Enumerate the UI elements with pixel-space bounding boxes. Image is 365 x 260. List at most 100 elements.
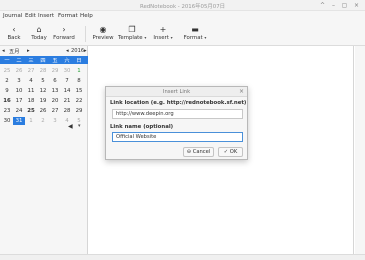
ok-button[interactable]: ✓ OK — [218, 147, 243, 157]
calendar-day[interactable]: 29 — [73, 108, 85, 114]
menu-insert[interactable]: Insert — [38, 13, 54, 19]
arrow-left-icon: ‹ — [12, 25, 16, 34]
calendar-day[interactable]: 27 — [25, 68, 37, 74]
calendar-day[interactable]: 23 — [1, 108, 13, 114]
calendar-day[interactable]: 17 — [13, 98, 25, 104]
calendar-day[interactable]: 3 — [13, 78, 25, 84]
calendar-day[interactable]: 5 — [37, 78, 49, 84]
next-month-icon[interactable]: ▸ — [27, 48, 30, 54]
back-button[interactable]: ‹ Back — [5, 24, 23, 44]
calendar-day[interactable]: 6 — [49, 78, 61, 84]
format-button[interactable]: ▬ Format ▾ — [183, 24, 207, 44]
right-panel — [355, 46, 365, 254]
calendar-day[interactable]: 9 — [1, 88, 13, 94]
calendar-day[interactable]: 11 — [25, 88, 37, 94]
minimize-icon[interactable]: – — [329, 1, 338, 10]
calendar-day[interactable]: 20 — [49, 98, 61, 104]
calendar-day[interactable]: 15 — [73, 88, 85, 94]
calendar-year: 2016 — [71, 48, 85, 54]
calendar-day[interactable]: 12 — [37, 88, 49, 94]
weekday-label: 六 — [64, 58, 70, 64]
calendar-day[interactable]: 7 — [61, 78, 73, 84]
dropdown-icon[interactable]: ▾ — [78, 123, 81, 129]
link-name-label: Link name (optional) — [110, 124, 174, 130]
calendar-day[interactable]: 28 — [61, 108, 73, 114]
dialog-title: Insert Link — [162, 89, 191, 95]
ok-label: OK — [229, 149, 238, 155]
calendar-day[interactable]: 13 — [49, 88, 61, 94]
plus-icon: + — [159, 25, 167, 34]
window-title: RedNotebook - 2016年05月07日 — [139, 4, 226, 10]
forward-label: Forward — [53, 35, 75, 41]
calendar-day[interactable]: 30 — [61, 68, 73, 74]
calendar-day[interactable]: 16 — [1, 98, 13, 104]
calendar-month: 五月 — [9, 49, 20, 55]
cancel-button[interactable]: ⊖ Cancel — [183, 147, 214, 157]
menu-bar: Journal Edit Insert Format Help — [0, 11, 365, 22]
calendar-day[interactable]: 18 — [25, 98, 37, 104]
weekday-header: 一 二 三 四 五 六 日 — [0, 56, 88, 64]
link-location-input[interactable]: http://www.deepin.org — [112, 109, 243, 119]
today-label: Today — [31, 35, 47, 41]
calendar-day[interactable]: 2 — [1, 78, 13, 84]
preview-label: Preview — [92, 35, 114, 41]
calendar-day[interactable]: 24 — [13, 108, 25, 114]
calendar-footer: ◀ ▾ — [0, 123, 88, 131]
calendar-day[interactable]: 19 — [37, 98, 49, 104]
template-icon: ❐ — [128, 25, 136, 34]
check-icon: ✓ — [223, 149, 229, 155]
calendar-day[interactable]: 1 — [73, 68, 85, 74]
maximize-icon[interactable]: ▢ — [340, 1, 349, 10]
calendar-day[interactable]: 14 — [61, 88, 73, 94]
calendar-day[interactable]: 26 — [37, 108, 49, 114]
weekday-label: 一 — [4, 58, 10, 64]
calendar-day[interactable]: 21 — [61, 98, 73, 104]
calendar-day[interactable]: 27 — [49, 108, 61, 114]
calendar-day[interactable]: 10 — [13, 88, 25, 94]
calendar-day[interactable]: 28 — [37, 68, 49, 74]
toolbar-separator — [85, 26, 86, 42]
format-icon: ▬ — [191, 25, 199, 34]
preview-button[interactable]: ◉ Preview — [92, 24, 114, 44]
calendar-day[interactable]: 29 — [49, 68, 61, 74]
home-icon: ⌂ — [36, 25, 42, 34]
weekday-label: 日 — [76, 58, 82, 64]
menu-help[interactable]: Help — [80, 13, 93, 19]
insert-link-dialog: Insert Link × Link location (e.g. http:/… — [105, 86, 248, 160]
window-menu-icon[interactable]: ^ — [318, 1, 327, 10]
calendar-day[interactable]: 8 — [73, 78, 85, 84]
dialog-titlebar: Insert Link × — [106, 87, 247, 97]
menu-format[interactable]: Format — [58, 13, 78, 19]
calendar-day[interactable]: 22 — [73, 98, 85, 104]
close-icon[interactable]: × — [352, 1, 361, 10]
format-label: Format ▾ — [183, 35, 207, 41]
link-location-label: Link location (e.g. http://rednotebook.s… — [110, 100, 247, 106]
link-name-input[interactable]: Official Website — [112, 132, 243, 142]
cancel-label: Cancel — [192, 149, 211, 155]
insert-button[interactable]: + Insert ▾ — [152, 24, 174, 44]
calendar-day[interactable]: 4 — [25, 78, 37, 84]
speaker-icon[interactable]: ◀ — [68, 123, 73, 130]
menu-journal[interactable]: Journal — [3, 13, 22, 19]
toolbar: ‹ Back ⌂ Today › Forward ◉ Preview ❐ Tem… — [0, 22, 365, 46]
dialog-close-icon[interactable]: × — [239, 88, 244, 95]
weekday-label: 二 — [16, 58, 22, 64]
weekday-label: 五 — [52, 58, 58, 64]
title-bar: RedNotebook - 2016年05月07日 ^ – ▢ × — [0, 0, 365, 11]
forward-button[interactable]: › Forward — [52, 24, 76, 44]
weekday-label: 三 — [28, 58, 34, 64]
calendar-nav: ◂ 五月 ▸ ◂ 2016 ▸ — [0, 46, 88, 56]
calendar-day[interactable]: 26 — [13, 68, 25, 74]
prev-year-icon[interactable]: ◂ — [66, 48, 69, 54]
prev-month-icon[interactable]: ◂ — [2, 48, 5, 54]
back-label: Back — [7, 35, 21, 41]
template-button[interactable]: ❐ Template ▾ — [118, 24, 146, 44]
calendar-pane: ◂ 五月 ▸ ◂ 2016 ▸ 一 二 三 四 五 六 日 25 26 27 2… — [0, 46, 88, 254]
next-year-icon[interactable]: ▸ — [84, 48, 87, 54]
today-button[interactable]: ⌂ Today — [28, 24, 50, 44]
menu-edit[interactable]: Edit — [25, 13, 36, 19]
template-label: Template ▾ — [118, 35, 147, 41]
calendar-day[interactable]: 25 — [25, 108, 37, 114]
eye-icon: ◉ — [99, 25, 107, 34]
calendar-day[interactable]: 25 — [1, 68, 13, 74]
